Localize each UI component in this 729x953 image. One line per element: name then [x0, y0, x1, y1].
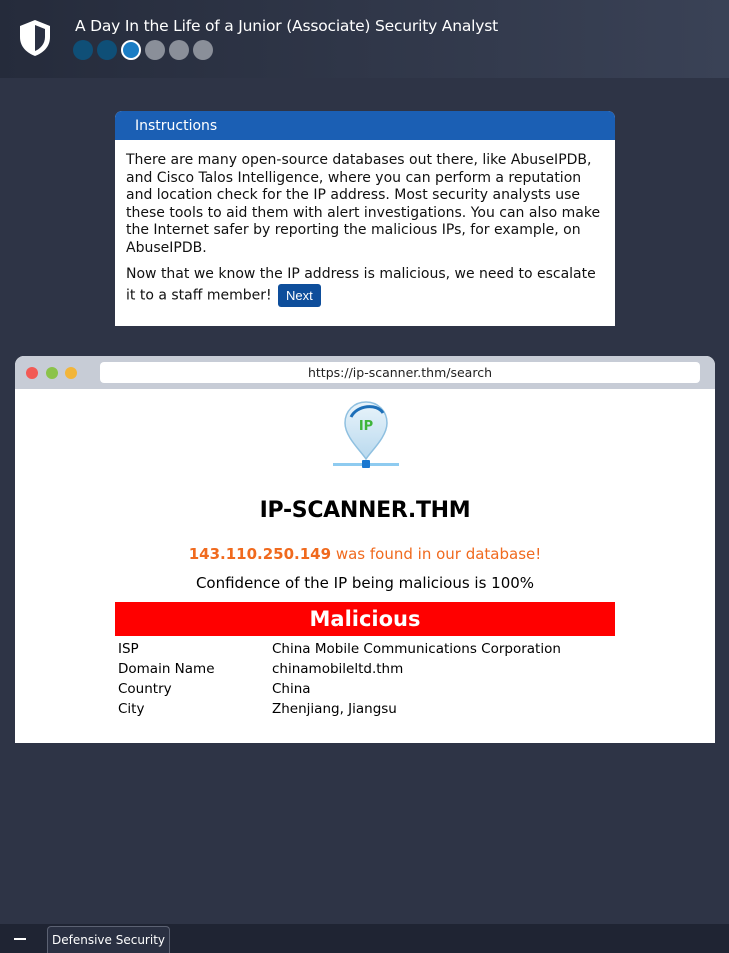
minimize-icon[interactable] — [14, 938, 26, 940]
instructions-heading: Instructions — [115, 111, 615, 140]
detail-label: City — [118, 701, 145, 717]
detail-value: Zhenjiang, Jiangsu — [272, 701, 397, 717]
found-text: was found in our database! — [335, 545, 542, 563]
ip-address: 143.110.250.149 — [188, 545, 332, 563]
close-window-button[interactable] — [26, 367, 38, 379]
task-progress — [73, 40, 213, 60]
instructions-body: There are many open-source databases out… — [115, 140, 615, 307]
progress-step-3[interactable] — [121, 40, 141, 60]
detail-label: Domain Name — [118, 661, 215, 677]
instructions-panel: Instructions There are many open-source … — [115, 111, 615, 326]
site-title: IP-SCANNER.THM — [259, 498, 471, 523]
browser-toolbar: https://ip-scanner.thm/search — [15, 356, 715, 389]
table-row: Country China — [118, 679, 615, 699]
browser-window: https://ip-scanner.thm/search IP IP-SCAN… — [15, 356, 715, 743]
next-button[interactable]: Next — [278, 283, 321, 307]
progress-step-5[interactable] — [169, 40, 189, 60]
instructions-paragraph-2: Now that we know the IP address is malic… — [126, 266, 605, 307]
address-bar[interactable]: https://ip-scanner.thm/search — [100, 362, 700, 383]
progress-step-4[interactable] — [145, 40, 165, 60]
maximize-window-button[interactable] — [65, 367, 77, 379]
search-result-line: 143.110.250.149 was found in our databas… — [15, 545, 715, 563]
minimize-window-button[interactable] — [46, 367, 58, 379]
room-title: A Day In the Life of a Junior (Associate… — [75, 17, 498, 35]
table-row: City Zhenjiang, Jiangsu — [118, 699, 615, 719]
shield-icon — [20, 20, 50, 56]
detail-value: China — [272, 681, 311, 697]
progress-step-6[interactable] — [193, 40, 213, 60]
progress-step-2[interactable] — [97, 40, 117, 60]
detail-label: ISP — [118, 641, 139, 657]
detail-value: chinamobileltd.thm — [272, 661, 404, 677]
verdict-banner: Malicious — [115, 602, 615, 636]
table-row: Domain Name chinamobileltd.thm — [118, 659, 615, 679]
confidence-text: Confidence of the IP being malicious is … — [195, 574, 535, 592]
progress-step-1[interactable] — [73, 40, 93, 60]
table-row: ISP China Mobile Communications Corporat… — [118, 639, 615, 659]
app-header: A Day In the Life of a Junior (Associate… — [0, 0, 729, 78]
taskbar: Defensive Security — [0, 924, 729, 953]
ip-details-table: ISP China Mobile Communications Corporat… — [118, 639, 615, 719]
instructions-paragraph-2-text: Now that we know the IP address is malic… — [126, 266, 596, 303]
detail-value: China Mobile Communications Corporation — [272, 641, 561, 657]
logo-ip-text: IP — [359, 419, 373, 434]
instructions-paragraph-1: There are many open-source databases out… — [126, 152, 601, 256]
ip-scanner-logo-icon: IP — [333, 401, 399, 468]
detail-label: Country — [118, 681, 172, 697]
taskbar-tab-defensive-security[interactable]: Defensive Security — [47, 926, 170, 953]
